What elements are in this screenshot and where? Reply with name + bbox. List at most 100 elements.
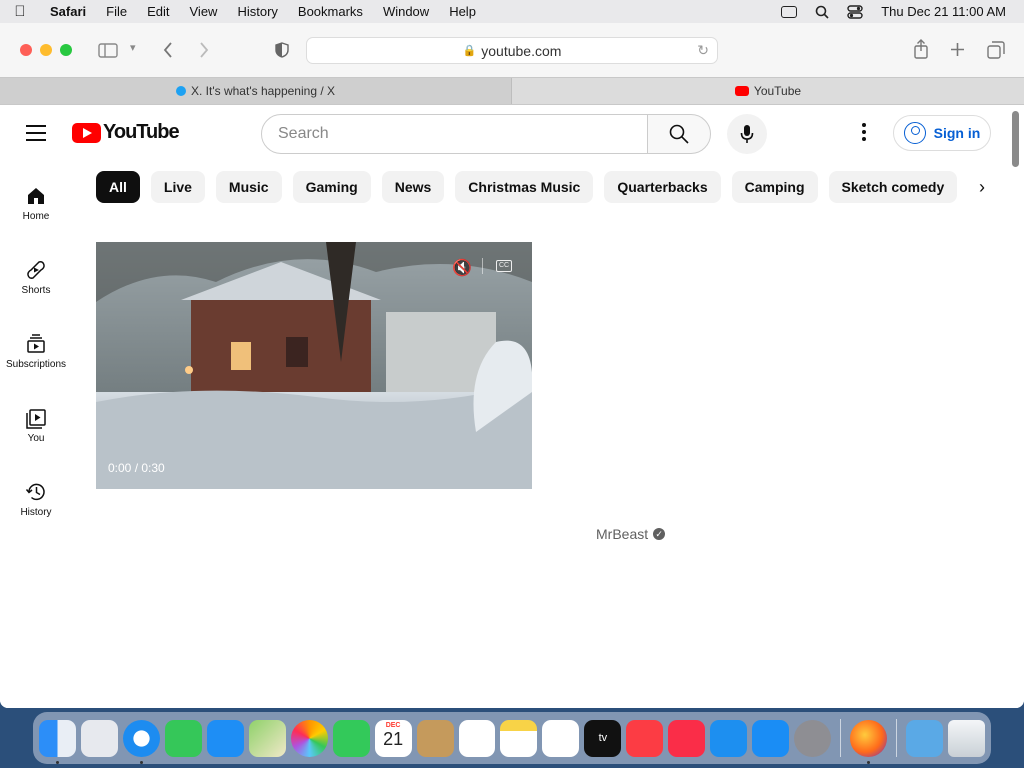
back-icon[interactable]: [163, 42, 173, 58]
channel-name[interactable]: MrBeast ✓: [596, 526, 666, 542]
chevron-down-icon[interactable]: ▾: [130, 41, 136, 54]
zoom-window-button[interactable]: [60, 44, 72, 56]
hamburger-menu-icon[interactable]: [26, 125, 46, 146]
control-center-icon[interactable]: [847, 4, 863, 19]
notes-icon[interactable]: [500, 719, 538, 757]
address-url: youtube.com: [481, 42, 562, 59]
app-store-icon[interactable]: [752, 719, 790, 757]
reload-icon[interactable]: ↻: [697, 42, 709, 59]
contacts-icon[interactable]: [416, 719, 454, 757]
history-icon: [25, 483, 45, 501]
maps-icon[interactable]: [248, 719, 286, 757]
address-bar[interactable]: 🔒 youtube.com ↻: [306, 37, 718, 64]
chip-music[interactable]: Music: [215, 171, 282, 203]
chip-live[interactable]: Live: [150, 171, 205, 203]
window-controls: [20, 44, 72, 56]
calendar-icon[interactable]: DEC 21: [374, 719, 412, 757]
chevron-right-icon[interactable]: ›: [966, 171, 998, 203]
forward-icon[interactable]: [199, 42, 209, 58]
you-icon: [26, 409, 46, 429]
downloads-folder-icon[interactable]: [906, 719, 944, 757]
lock-icon: 🔒: [462, 45, 477, 57]
menu-clock[interactable]: Thu Dec 21 11:00 AM: [881, 4, 1006, 19]
calendar-day: 21: [383, 728, 404, 749]
sidebar-item-label: Shorts: [21, 285, 51, 296]
menu-help[interactable]: Help: [439, 4, 486, 19]
music-icon[interactable]: [626, 719, 664, 757]
chip-gaming[interactable]: Gaming: [292, 171, 371, 203]
sidebar-item-history[interactable]: History: [0, 475, 72, 549]
system-settings-icon[interactable]: [794, 719, 832, 757]
messages-icon[interactable]: [164, 719, 202, 757]
menu-bar:  Safari File Edit View History Bookmark…: [0, 0, 1024, 23]
trash-icon[interactable]: [948, 719, 985, 757]
menu-window[interactable]: Window: [373, 4, 439, 19]
tab-label: YouTube: [753, 84, 802, 98]
news-icon[interactable]: [668, 719, 706, 757]
sign-in-button[interactable]: Sign in: [893, 115, 991, 151]
sidebar-item-shorts[interactable]: Shorts: [0, 253, 72, 327]
launchpad-icon[interactable]: [80, 719, 118, 757]
reminders-icon[interactable]: [458, 719, 496, 757]
tab-youtube[interactable]: YouTube: [512, 78, 1024, 104]
photos-icon[interactable]: [290, 719, 328, 757]
spotlight-search-icon[interactable]: [815, 5, 829, 19]
mute-icon[interactable]: 🔇: [452, 258, 472, 278]
menu-file[interactable]: File: [96, 4, 137, 19]
menu-history[interactable]: History: [227, 4, 287, 19]
chip-sketch-comedy[interactable]: Sketch comedy: [828, 171, 958, 203]
facetime-icon[interactable]: [332, 719, 370, 757]
privacy-shield-icon[interactable]: [275, 42, 289, 58]
mail-icon[interactable]: [206, 719, 244, 757]
sidebar-item-subscriptions[interactable]: Subscriptions: [0, 327, 72, 401]
share-icon[interactable]: [913, 39, 929, 59]
keynote-icon[interactable]: [710, 719, 748, 757]
menu-bookmarks[interactable]: Bookmarks: [288, 4, 373, 19]
safari-icon[interactable]: [122, 719, 160, 764]
sidebar-toggle-icon[interactable]: [98, 43, 118, 58]
youtube-logo[interactable]: YouTube: [72, 121, 180, 144]
dock-divider: [840, 719, 842, 757]
sidebar-item-home[interactable]: Home: [0, 179, 72, 253]
chip-quarterbacks[interactable]: Quarterbacks: [604, 171, 721, 203]
tv-icon[interactable]: tv: [584, 719, 622, 757]
close-window-button[interactable]: [20, 44, 32, 56]
apple-menu-icon[interactable]: : [0, 3, 40, 20]
voice-search-button[interactable]: [727, 114, 767, 154]
featured-video-player[interactable]: 🔇 CC 0:00 / 0:30: [96, 242, 532, 489]
channel-name-label: MrBeast: [596, 526, 649, 542]
search-button[interactable]: [647, 114, 711, 154]
chip-news[interactable]: News: [381, 171, 445, 203]
menu-edit[interactable]: Edit: [137, 4, 179, 19]
page-scrollbar[interactable]: [1012, 111, 1019, 167]
tab-overview-icon[interactable]: [987, 41, 1005, 59]
dock-divider: [896, 719, 898, 757]
chip-camping[interactable]: Camping: [731, 171, 818, 203]
tab-label: X. It's what's happening / X: [191, 84, 335, 98]
screen-mirroring-icon[interactable]: [781, 5, 798, 18]
new-tab-icon[interactable]: [950, 42, 965, 57]
sidebar-item-label: Home: [22, 211, 50, 222]
tab-x[interactable]: X. It's what's happening / X: [0, 78, 512, 104]
menu-app-name[interactable]: Safari: [40, 4, 96, 19]
firefox-icon[interactable]: [850, 719, 888, 764]
settings-more-icon[interactable]: [862, 123, 868, 144]
subscriptions-icon: [27, 334, 45, 353]
sidebar-item-label: You: [27, 433, 45, 444]
chip-all[interactable]: All: [96, 171, 140, 203]
safari-toolbar: ▾ 🔒 youtube.com ↻: [0, 23, 1024, 77]
chip-christmas-music[interactable]: Christmas Music: [455, 171, 594, 203]
freeform-icon[interactable]: [542, 719, 580, 757]
finder-icon[interactable]: [39, 719, 76, 764]
captions-icon[interactable]: CC: [496, 260, 512, 272]
search-icon: [669, 124, 689, 144]
search-input[interactable]: [278, 125, 647, 143]
youtube-page: YouTube Sign in All Live Music Gaming News Ch…: [0, 105, 1024, 708]
account-avatar-icon: [903, 122, 926, 144]
minimize-window-button[interactable]: [40, 44, 52, 56]
youtube-logo-text: YouTube: [103, 121, 180, 143]
sidebar-item-label: History: [20, 507, 52, 518]
sidebar-item-you[interactable]: You: [0, 401, 72, 475]
menu-view[interactable]: View: [180, 4, 228, 19]
youtube-favicon-icon: [734, 86, 749, 96]
